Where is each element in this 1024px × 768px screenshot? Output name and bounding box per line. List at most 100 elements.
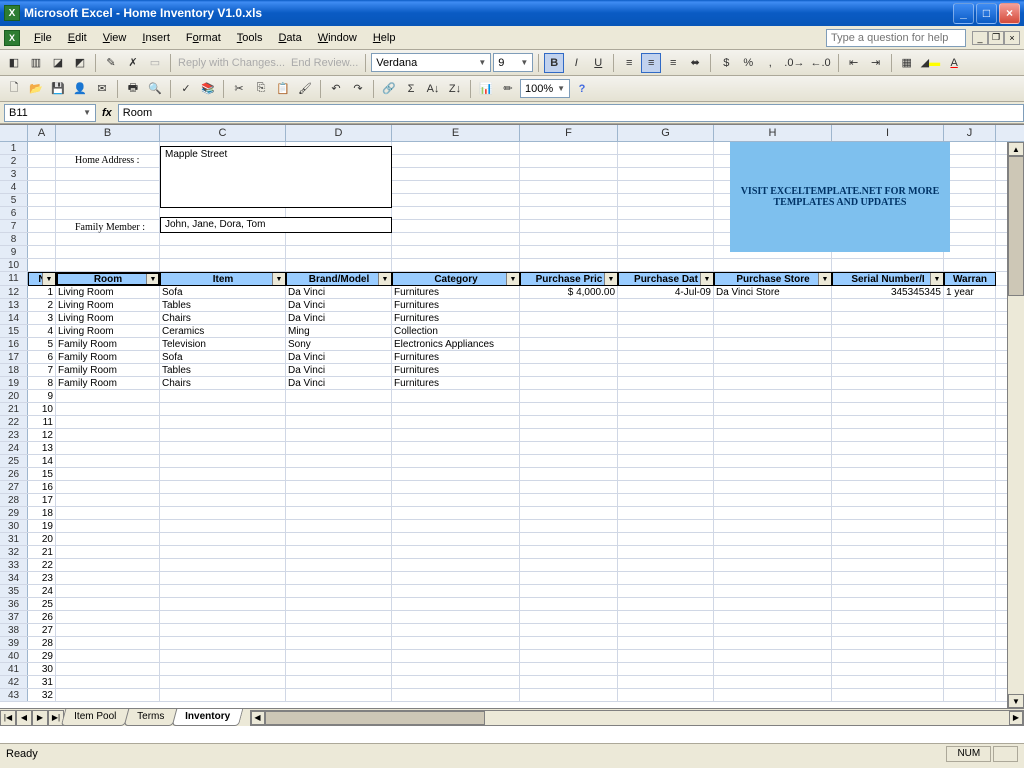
cell[interactable] (520, 611, 618, 623)
cell[interactable] (392, 246, 520, 258)
cell[interactable]: Family Room (56, 338, 160, 350)
cell[interactable] (286, 689, 392, 701)
cell[interactable] (520, 650, 618, 662)
cell[interactable] (944, 338, 996, 350)
cell[interactable] (520, 533, 618, 545)
cell[interactable] (28, 181, 56, 193)
cell[interactable] (520, 416, 618, 428)
zoom-select[interactable]: 100%▼ (520, 79, 570, 98)
cell[interactable]: Chairs (160, 312, 286, 324)
filter-dropdown-icon[interactable]: ▼ (506, 273, 519, 285)
row-header[interactable]: 21 (0, 403, 28, 415)
cell[interactable] (520, 207, 618, 219)
cell[interactable]: 4-Jul-09 (618, 286, 714, 298)
cell[interactable]: 13 (28, 442, 56, 454)
cell[interactable] (160, 624, 286, 636)
filter-header[interactable]: Room▼ (56, 272, 160, 286)
cell[interactable] (618, 442, 714, 454)
cell[interactable] (28, 155, 56, 167)
cell[interactable] (520, 403, 618, 415)
cell[interactable]: Television (160, 338, 286, 350)
cell[interactable]: 22 (28, 559, 56, 571)
cell[interactable] (714, 377, 832, 389)
cell[interactable] (160, 494, 286, 506)
cell[interactable] (618, 546, 714, 558)
cell[interactable] (944, 220, 996, 232)
cell[interactable] (714, 507, 832, 519)
cell[interactable]: Tables (160, 364, 286, 376)
cell[interactable] (56, 442, 160, 454)
cell[interactable] (944, 416, 996, 428)
scroll-right-icon[interactable]: ▶ (1009, 711, 1023, 725)
cell[interactable] (286, 650, 392, 662)
cell[interactable] (618, 220, 714, 232)
merge-center-icon[interactable]: ⬌ (685, 53, 705, 73)
cell[interactable] (618, 325, 714, 337)
cell[interactable]: Da Vinci (286, 299, 392, 311)
cell[interactable] (832, 637, 944, 649)
cell[interactable] (832, 312, 944, 324)
cell[interactable] (160, 246, 286, 258)
cell[interactable]: Living Room (56, 286, 160, 298)
cell[interactable]: Chairs (160, 377, 286, 389)
cell[interactable] (392, 585, 520, 597)
cell[interactable] (286, 663, 392, 675)
cell[interactable] (56, 572, 160, 584)
filter-dropdown-icon[interactable]: ▼ (146, 273, 159, 285)
help-search-input[interactable] (826, 29, 966, 47)
cell[interactable] (160, 650, 286, 662)
cell[interactable] (618, 611, 714, 623)
font-select[interactable]: Verdana▼ (371, 53, 491, 72)
chart-wizard-icon[interactable]: 📊 (476, 79, 496, 99)
mdi-restore[interactable]: ❐ (988, 31, 1004, 45)
cut-icon[interactable]: ✂ (229, 79, 249, 99)
cell[interactable] (714, 624, 832, 636)
row-header[interactable]: 11 (0, 272, 28, 285)
row-header[interactable]: 13 (0, 299, 28, 311)
end-review-button[interactable]: End Review... (289, 53, 360, 73)
cell[interactable] (392, 611, 520, 623)
research-icon[interactable]: 📚 (198, 79, 218, 99)
open-icon[interactable]: 📂 (26, 79, 46, 99)
cell[interactable] (944, 481, 996, 493)
row-header[interactable]: 38 (0, 624, 28, 636)
cell[interactable] (392, 442, 520, 454)
sheet-tab-inventory[interactable]: Inventory (172, 709, 244, 726)
cell[interactable] (56, 494, 160, 506)
bold-button[interactable]: B (544, 53, 564, 73)
cell[interactable] (520, 351, 618, 363)
row-header[interactable]: 22 (0, 416, 28, 428)
cell[interactable] (286, 442, 392, 454)
cell[interactable] (392, 637, 520, 649)
cell[interactable] (286, 416, 392, 428)
cell[interactable]: 8 (28, 377, 56, 389)
cell[interactable] (392, 494, 520, 506)
cell[interactable] (160, 390, 286, 402)
cell[interactable]: 32 (28, 689, 56, 701)
row-header[interactable]: 27 (0, 481, 28, 493)
cell[interactable] (714, 520, 832, 532)
cell[interactable] (56, 611, 160, 623)
filter-header[interactable]: Purchase Pric▼ (520, 272, 618, 286)
cell[interactable] (160, 598, 286, 610)
row-header[interactable]: 33 (0, 559, 28, 571)
row-header[interactable]: 37 (0, 611, 28, 623)
cell[interactable] (160, 429, 286, 441)
cell[interactable]: Da Vinci (286, 312, 392, 324)
cell[interactable] (832, 416, 944, 428)
col-header[interactable]: C (160, 125, 286, 141)
cell[interactable] (160, 455, 286, 467)
filter-dropdown-icon[interactable]: ▼ (272, 273, 285, 285)
cell[interactable] (160, 559, 286, 571)
cell[interactable] (392, 624, 520, 636)
cell[interactable] (618, 351, 714, 363)
cell[interactable] (56, 416, 160, 428)
cell[interactable] (520, 468, 618, 480)
tab-nav-next-icon[interactable]: ▶ (32, 710, 48, 726)
cell[interactable] (944, 676, 996, 688)
cell[interactable]: 2 (28, 299, 56, 311)
cell[interactable]: Furnitures (392, 351, 520, 363)
cell[interactable]: 28 (28, 637, 56, 649)
cell[interactable]: 24 (28, 585, 56, 597)
cell[interactable] (520, 246, 618, 258)
